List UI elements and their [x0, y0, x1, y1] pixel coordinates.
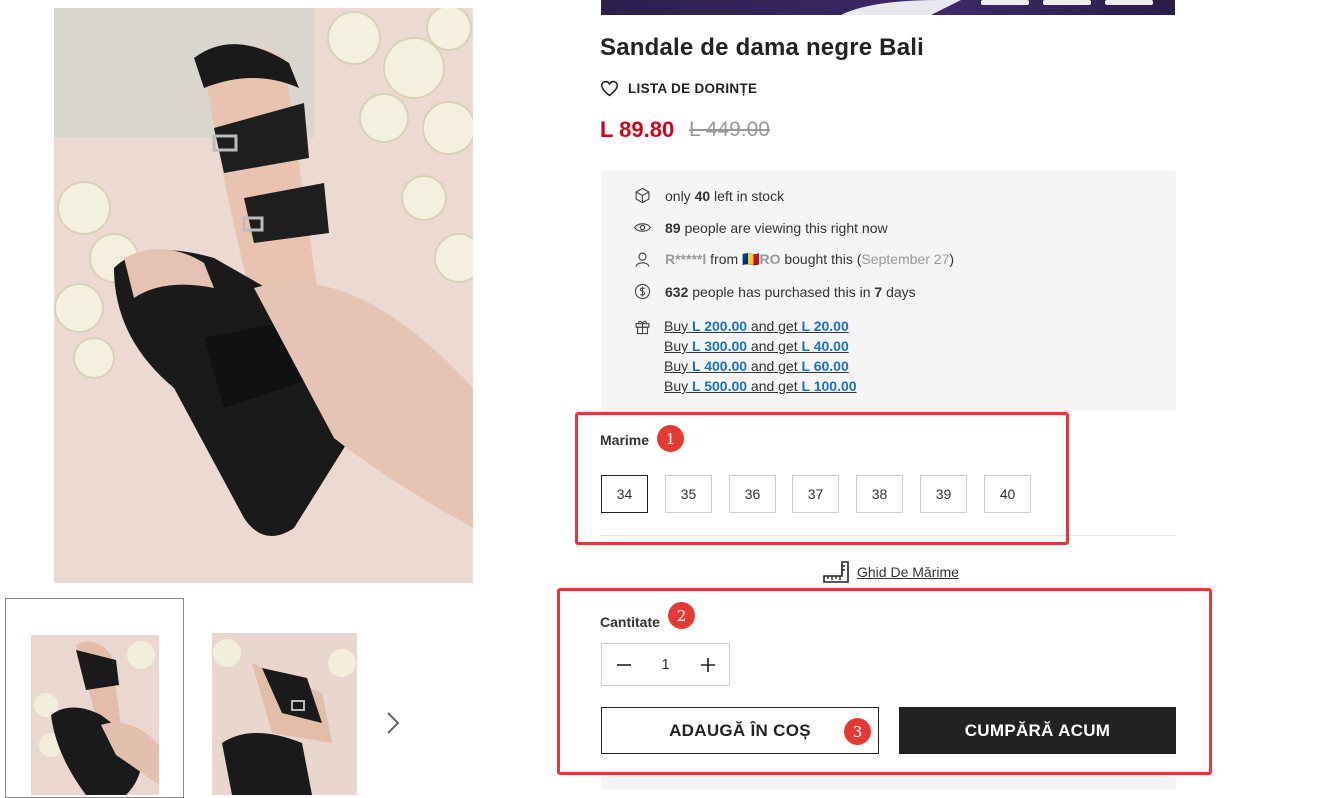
product-title: Sandale de dama negre Bali [600, 34, 924, 61]
box-icon [635, 187, 650, 204]
user-icon [635, 252, 650, 267]
size-guide-label: Ghid De Mărime [857, 564, 959, 580]
recent-purchase-info: R*****l from 🇷🇴RO bought this (September… [634, 251, 954, 268]
heart-icon [600, 80, 619, 96]
bottom-panel [601, 776, 1176, 790]
stock-info: only 40 left in stock [634, 187, 784, 204]
chevron-right-icon[interactable] [383, 710, 403, 736]
viewing-info: 89 people are viewing this right now [634, 219, 888, 236]
size-guide-link[interactable]: Ghid De Mărime [823, 561, 959, 583]
annotation-box-size [575, 412, 1069, 545]
old-price: L 449.00 [689, 118, 770, 141]
purchase-count-info: 632 people has purchased this in 7 days [634, 283, 916, 300]
wishlist-label: LISTA DE DORINȚE [628, 80, 758, 96]
discount-offer-4[interactable]: Buy L 500.00 and get L 100.00 [664, 376, 857, 396]
annotation-badge-2: 2 [668, 602, 695, 629]
product-info-box: only 40 left in stock 89 people are view… [601, 170, 1176, 410]
volume-discount-list: Buy L 200.00 and get L 20.00 Buy L 300.0… [664, 316, 857, 396]
current-price: L 89.80 [600, 117, 675, 142]
annotation-badge-1: 1 [657, 425, 684, 452]
main-product-image[interactable] [54, 8, 473, 583]
promo-banner[interactable] [601, 0, 1175, 15]
discount-offer-2[interactable]: Buy L 300.00 and get L 40.00 [664, 336, 857, 356]
ruler-icon [823, 561, 849, 583]
discount-offer-1[interactable]: Buy L 200.00 and get L 20.00 [664, 316, 857, 336]
annotation-badge-3: 3 [844, 718, 871, 745]
annotation-box-quantity [557, 588, 1212, 775]
product-thumbnail-2[interactable] [212, 633, 357, 795]
discount-offer-3[interactable]: Buy L 400.00 and get L 60.00 [664, 356, 857, 376]
dollar-icon [634, 283, 651, 300]
product-thumbnail-1[interactable] [31, 635, 159, 795]
eye-icon [634, 223, 651, 232]
gift-icon [635, 320, 650, 335]
wishlist-button[interactable]: LISTA DE DORINȚE [600, 78, 757, 98]
